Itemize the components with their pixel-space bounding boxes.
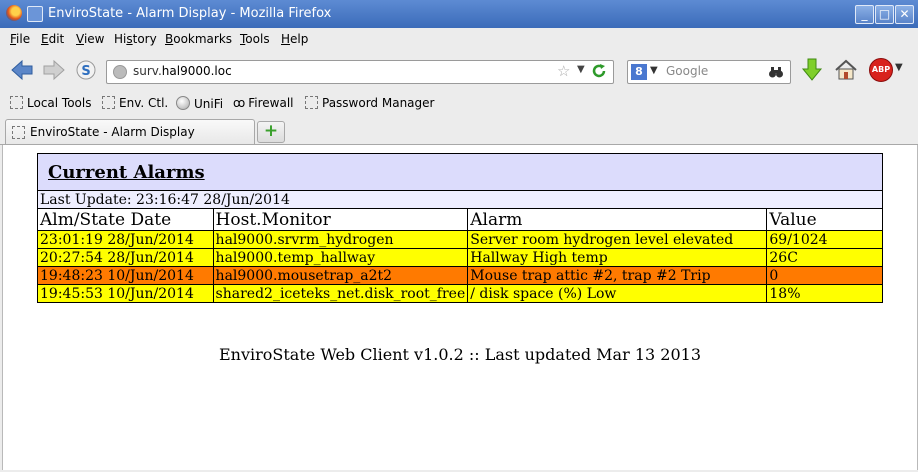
back-arrow-icon[interactable] [10,59,34,81]
page-title: Current Alarms [48,161,205,183]
bookmark-env-ctl[interactable]: Env. Ctl. [102,96,168,110]
firefox-logo-icon [6,5,22,21]
alarm-monitor: hal9000.mousetrap_a2t2 [212,266,469,285]
alarm-value: 18% [766,284,883,303]
table-row: 19:45:53 10/Jun/2014 shared2_iceteks_net… [37,284,883,303]
alarm-text: Server room hydrogen level elevated [467,230,768,249]
maximize-button[interactable]: □ [875,5,894,24]
title-bar: EnviroState - Alarm Display - Mozilla Fi… [0,0,918,28]
folder-icon [10,96,23,109]
menu-bookmarks[interactable]: Bookmarks [165,32,232,46]
adblock-dropdown-icon[interactable]: ▼ [895,62,903,73]
alarm-text: Hallway High temp [467,248,768,267]
last-update: Last Update: 23:16:47 28/Jun/2014 [37,190,883,209]
svg-text:S: S [81,64,90,79]
alarm-monitor: hal9000.temp_hallway [212,248,469,267]
menu-bar: File Edit View History Bookmarks Tools H… [0,28,918,50]
folder-icon [102,96,115,109]
forward-arrow-icon[interactable] [42,59,66,81]
table-row: 20:27:54 28/Jun/2014 hal9000.temp_hallwa… [37,248,883,267]
browser-window: EnviroState - Alarm Display - Mozilla Fi… [0,0,918,472]
alarms-table: Current Alarms Last Update: 23:16:47 28/… [37,153,883,303]
menu-help[interactable]: Help [281,32,308,46]
reload-icon[interactable] [591,63,607,79]
bookmark-star-icon[interactable]: ☆ [557,62,570,80]
menu-edit[interactable]: Edit [41,32,64,46]
alarm-date: 19:48:23 10/Jun/2014 [37,266,214,285]
adblock-plus-icon[interactable]: ABP [869,58,893,82]
alarm-date: 19:45:53 10/Jun/2014 [37,284,214,303]
minimize-button[interactable]: _ [855,5,874,24]
page-icon [12,126,25,139]
site-identity-icon[interactable] [113,65,127,79]
firewall-icon: ꝏ [233,96,246,110]
table-row: 23:01:19 28/Jun/2014 hal9000.srvrm_hydro… [37,230,883,249]
search-box[interactable]: 8 ▼ Google [627,60,791,84]
window-title: EnviroState - Alarm Display - Mozilla Fi… [48,6,332,21]
column-header-value: Value [766,208,883,231]
download-arrow-icon[interactable] [801,58,823,82]
bookmark-local-tools[interactable]: Local Tools [10,96,91,110]
binoculars-icon[interactable] [768,64,784,80]
new-tab-button[interactable]: + [257,121,285,143]
url-bar[interactable]: surv.hal9000.loc ☆ ▼ [106,60,614,84]
url-history-dropdown-icon[interactable]: ▼ [577,64,585,75]
menu-history[interactable]: History [114,32,157,46]
close-button[interactable]: ✕ [895,5,914,24]
google-engine-icon[interactable]: 8 [631,64,647,80]
tab-alarm-display[interactable]: EnviroState - Alarm Display [5,119,255,144]
alarm-value: 0 [766,266,883,285]
folder-icon [305,96,318,109]
alarm-value: 26C [766,248,883,267]
bookmarks-toolbar: Local Tools Env. Ctl. UniFi ꝏ Firewall Pa… [0,92,918,116]
column-header-date: Alm/State Date [37,208,214,231]
table-row: 19:48:23 10/Jun/2014 hal9000.mousetrap_a… [37,266,883,285]
bookmark-password-manager[interactable]: Password Manager [305,96,434,110]
globe-icon [176,96,190,110]
alarm-text: Mouse trap attic #2, trap #2 Trip [467,266,768,285]
column-header-monitor: Host.Monitor [212,208,469,231]
window-menu-icon[interactable] [27,6,43,22]
bookmark-firewall[interactable]: ꝏ Firewall [233,96,294,110]
menu-file[interactable]: File [10,32,30,46]
alarms-heading-cell: Current Alarms [37,153,883,191]
menu-view[interactable]: View [76,32,104,46]
home-icon[interactable] [834,58,858,82]
bookmark-unifi[interactable]: UniFi [176,96,223,111]
sync-s-icon[interactable]: S [74,59,98,81]
alarm-monitor: hal9000.srvrm_hydrogen [212,230,469,249]
footer-version: EnviroState Web Client v1.0.2 :: Last up… [218,345,701,364]
page-content: Current Alarms Last Update: 23:16:47 28/… [2,145,918,470]
search-engine-dropdown-icon[interactable]: ▼ [650,65,658,76]
navigation-toolbar: S surv.hal9000.loc ☆ ▼ 8 ▼ Google ABP ▼ [0,52,918,88]
alarm-date: 20:27:54 28/Jun/2014 [37,248,214,267]
alarm-text: / disk space (%) Low [467,284,768,303]
alarm-monitor: shared2_iceteks_net.disk_root_free [212,284,469,303]
tab-strip: EnviroState - Alarm Display + [0,118,918,145]
search-placeholder: Google [666,64,709,78]
menu-tools[interactable]: Tools [240,32,270,46]
column-header-alarm: Alarm [467,208,768,231]
url-text[interactable]: surv.hal9000.loc [133,64,232,78]
alarm-value: 69/1024 [766,230,883,249]
alarm-date: 23:01:19 28/Jun/2014 [37,230,214,249]
